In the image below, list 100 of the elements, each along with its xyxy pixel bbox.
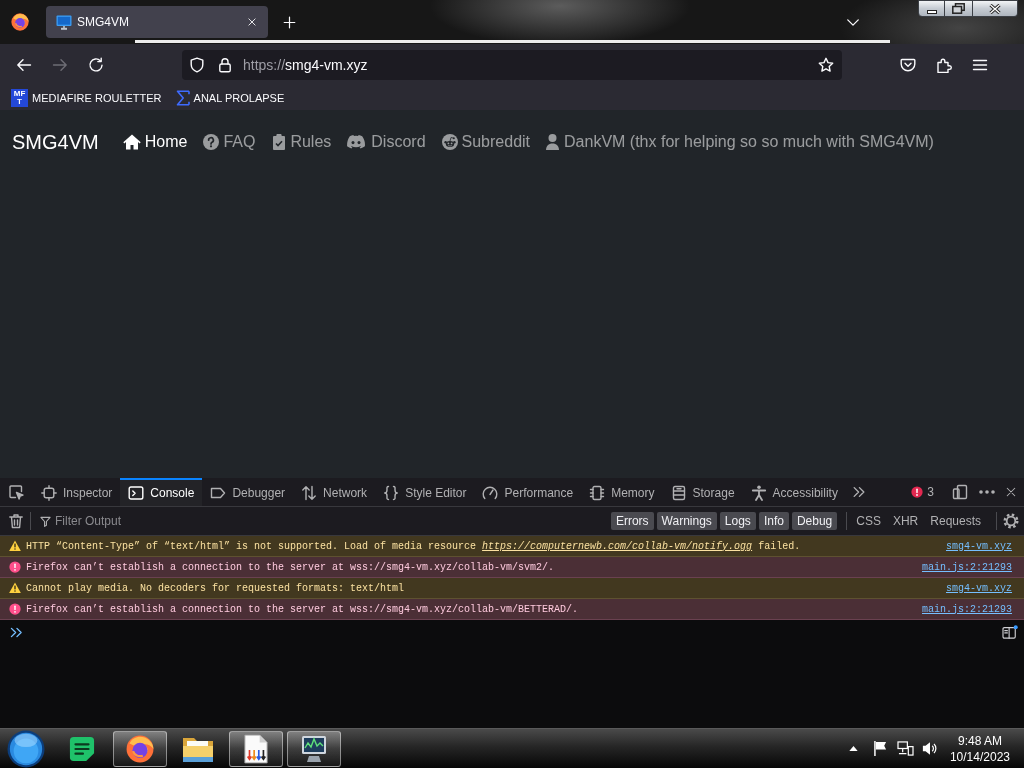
controller-face-icon [347,135,366,149]
chip-icon [589,485,606,501]
monitor-graph-icon [299,734,329,763]
monitor-icon [56,14,72,30]
site-brand[interactable]: SMG4VM [12,130,99,154]
message-link[interactable]: https://computernewb.com/collab-vm/notify.ogg [482,540,753,552]
devtools-tab[interactable]: Console [120,478,203,506]
more-icon[interactable] [979,490,995,494]
trash-icon[interactable] [8,513,24,529]
devtools-tab[interactable]: Debugger [202,478,294,506]
devices-icon[interactable] [952,484,968,500]
nav-link[interactable]: Home [114,133,196,151]
clipboard-check-icon [273,134,286,150]
level-filter-button[interactable]: Errors [610,512,654,530]
cursor-box-icon[interactable] [8,484,24,500]
taskbar-button[interactable] [113,730,167,767]
request-filter-button[interactable]: XHR [889,512,922,530]
source-link[interactable]: main.js:2:21293 [922,561,1012,573]
menu-icon[interactable] [972,57,988,73]
braces-icon [383,485,400,501]
up-down-arrows-icon [301,485,318,501]
flag-icon[interactable] [873,741,887,756]
up-triangle-icon[interactable] [848,746,858,751]
person-figure-icon [750,485,767,501]
console-message: Firefox can’t establish a connection to the server at wss://smg4-vm.xyz/collab-vm/svm2/. [26,561,556,573]
request-filter-button[interactable]: CSS [853,512,884,530]
nav-link[interactable]: Discord [339,133,434,151]
error-icon [9,603,21,615]
shield-icon[interactable] [189,57,205,73]
bookmark-favicon: MF T [11,88,28,107]
chevron-down-icon[interactable] [846,17,860,27]
terminal-icon [128,485,145,501]
tag-icon [210,485,227,501]
prompt-chevron-icon [10,626,23,638]
warning-icon [9,540,21,552]
level-filter-button[interactable]: Warnings [656,512,717,530]
source-link[interactable]: smg4-vm.xyz [946,582,1012,594]
double-chevron-icon[interactable] [851,485,866,499]
lock-icon[interactable] [217,57,233,73]
nav-link[interactable]: Rules [263,133,340,151]
settings-icon[interactable] [1003,513,1019,529]
network-icon[interactable] [896,741,914,756]
person-icon [546,134,560,150]
level-filter-button[interactable]: Debug [791,512,838,530]
restore-button[interactable] [945,0,973,17]
house-icon [122,134,141,150]
address-bar[interactable]: https://smg4-vm.xyz [182,50,842,80]
devtools-tab[interactable]: Inspector [33,478,121,506]
notes-icon[interactable] [69,735,95,762]
plus-icon[interactable] [283,15,296,29]
frame-icon [41,485,57,501]
devtools-tab[interactable]: Storage [662,478,743,506]
close-icon [989,3,1001,14]
level-filter-button[interactable]: Info [758,512,789,530]
nav-link[interactable]: DankVM (thx for helping so so much with SMG4VM) [538,133,942,151]
clock-date[interactable]: 10/14/2023 [949,748,1010,765]
sigma-icon [175,89,190,106]
alien-face-icon [441,134,458,150]
bookmark-link[interactable]: ANAL PROLAPSE [193,91,285,104]
error-icon [9,561,21,573]
console-message: Firefox can’t establish a connection to the server at wss://smg4-vm.xyz/collab-vm/BETTERAD/. [26,603,580,615]
split-panel-icon[interactable] [1002,625,1018,639]
request-filter-button[interactable]: Requests [927,512,984,530]
source-link[interactable]: smg4-vm.xyz [946,540,1012,552]
devtools-tab[interactable]: Performance [474,478,582,506]
flame-globe-icon[interactable] [11,13,29,31]
console-message: Cannot play media. No decoders for requested formats: text/html [26,582,406,594]
nav-link[interactable]: FAQ [195,133,264,151]
source-link[interactable]: main.js:2:21293 [922,603,1012,615]
document-arrows-icon [243,733,269,764]
left-arrow-icon[interactable] [16,57,32,73]
bookmark-link[interactable]: MEDIAFIRE ROULETTER [32,91,162,104]
error-icon [911,486,924,498]
orb-icon[interactable] [7,729,45,768]
error-count-button[interactable]: 3 [911,485,934,499]
devtools-tab[interactable]: Network [293,478,376,506]
drawers-icon [670,485,687,501]
warning-icon [9,582,21,594]
filter-icon [40,515,51,527]
taskbar-button[interactable] [229,730,283,767]
close-window-button[interactable] [973,0,1018,17]
star-icon[interactable] [818,57,834,73]
browser-tab[interactable]: SMG4VM [46,6,268,38]
close-icon[interactable] [1005,486,1017,498]
speaker-icon[interactable] [921,741,938,756]
question-circle-icon [203,134,220,150]
reload-icon[interactable] [88,57,104,73]
devtools-tab[interactable]: Accessibility [742,478,846,506]
clock-time[interactable]: 9:48 AM [957,732,1002,749]
puzzle-icon[interactable] [936,57,952,73]
restore-icon [952,3,965,14]
level-filter-button[interactable]: Logs [719,512,756,530]
devtools-tab[interactable]: Memory [581,478,663,506]
nav-link[interactable]: Subreddit [433,133,539,151]
url-text[interactable]: https://smg4-vm.xyz [243,57,818,73]
pocket-icon[interactable] [900,57,916,73]
minimize-icon [926,9,937,14]
minimize-button[interactable] [918,0,945,17]
devtools-tab[interactable]: Style Editor [375,478,475,506]
taskbar-button[interactable] [287,730,341,767]
